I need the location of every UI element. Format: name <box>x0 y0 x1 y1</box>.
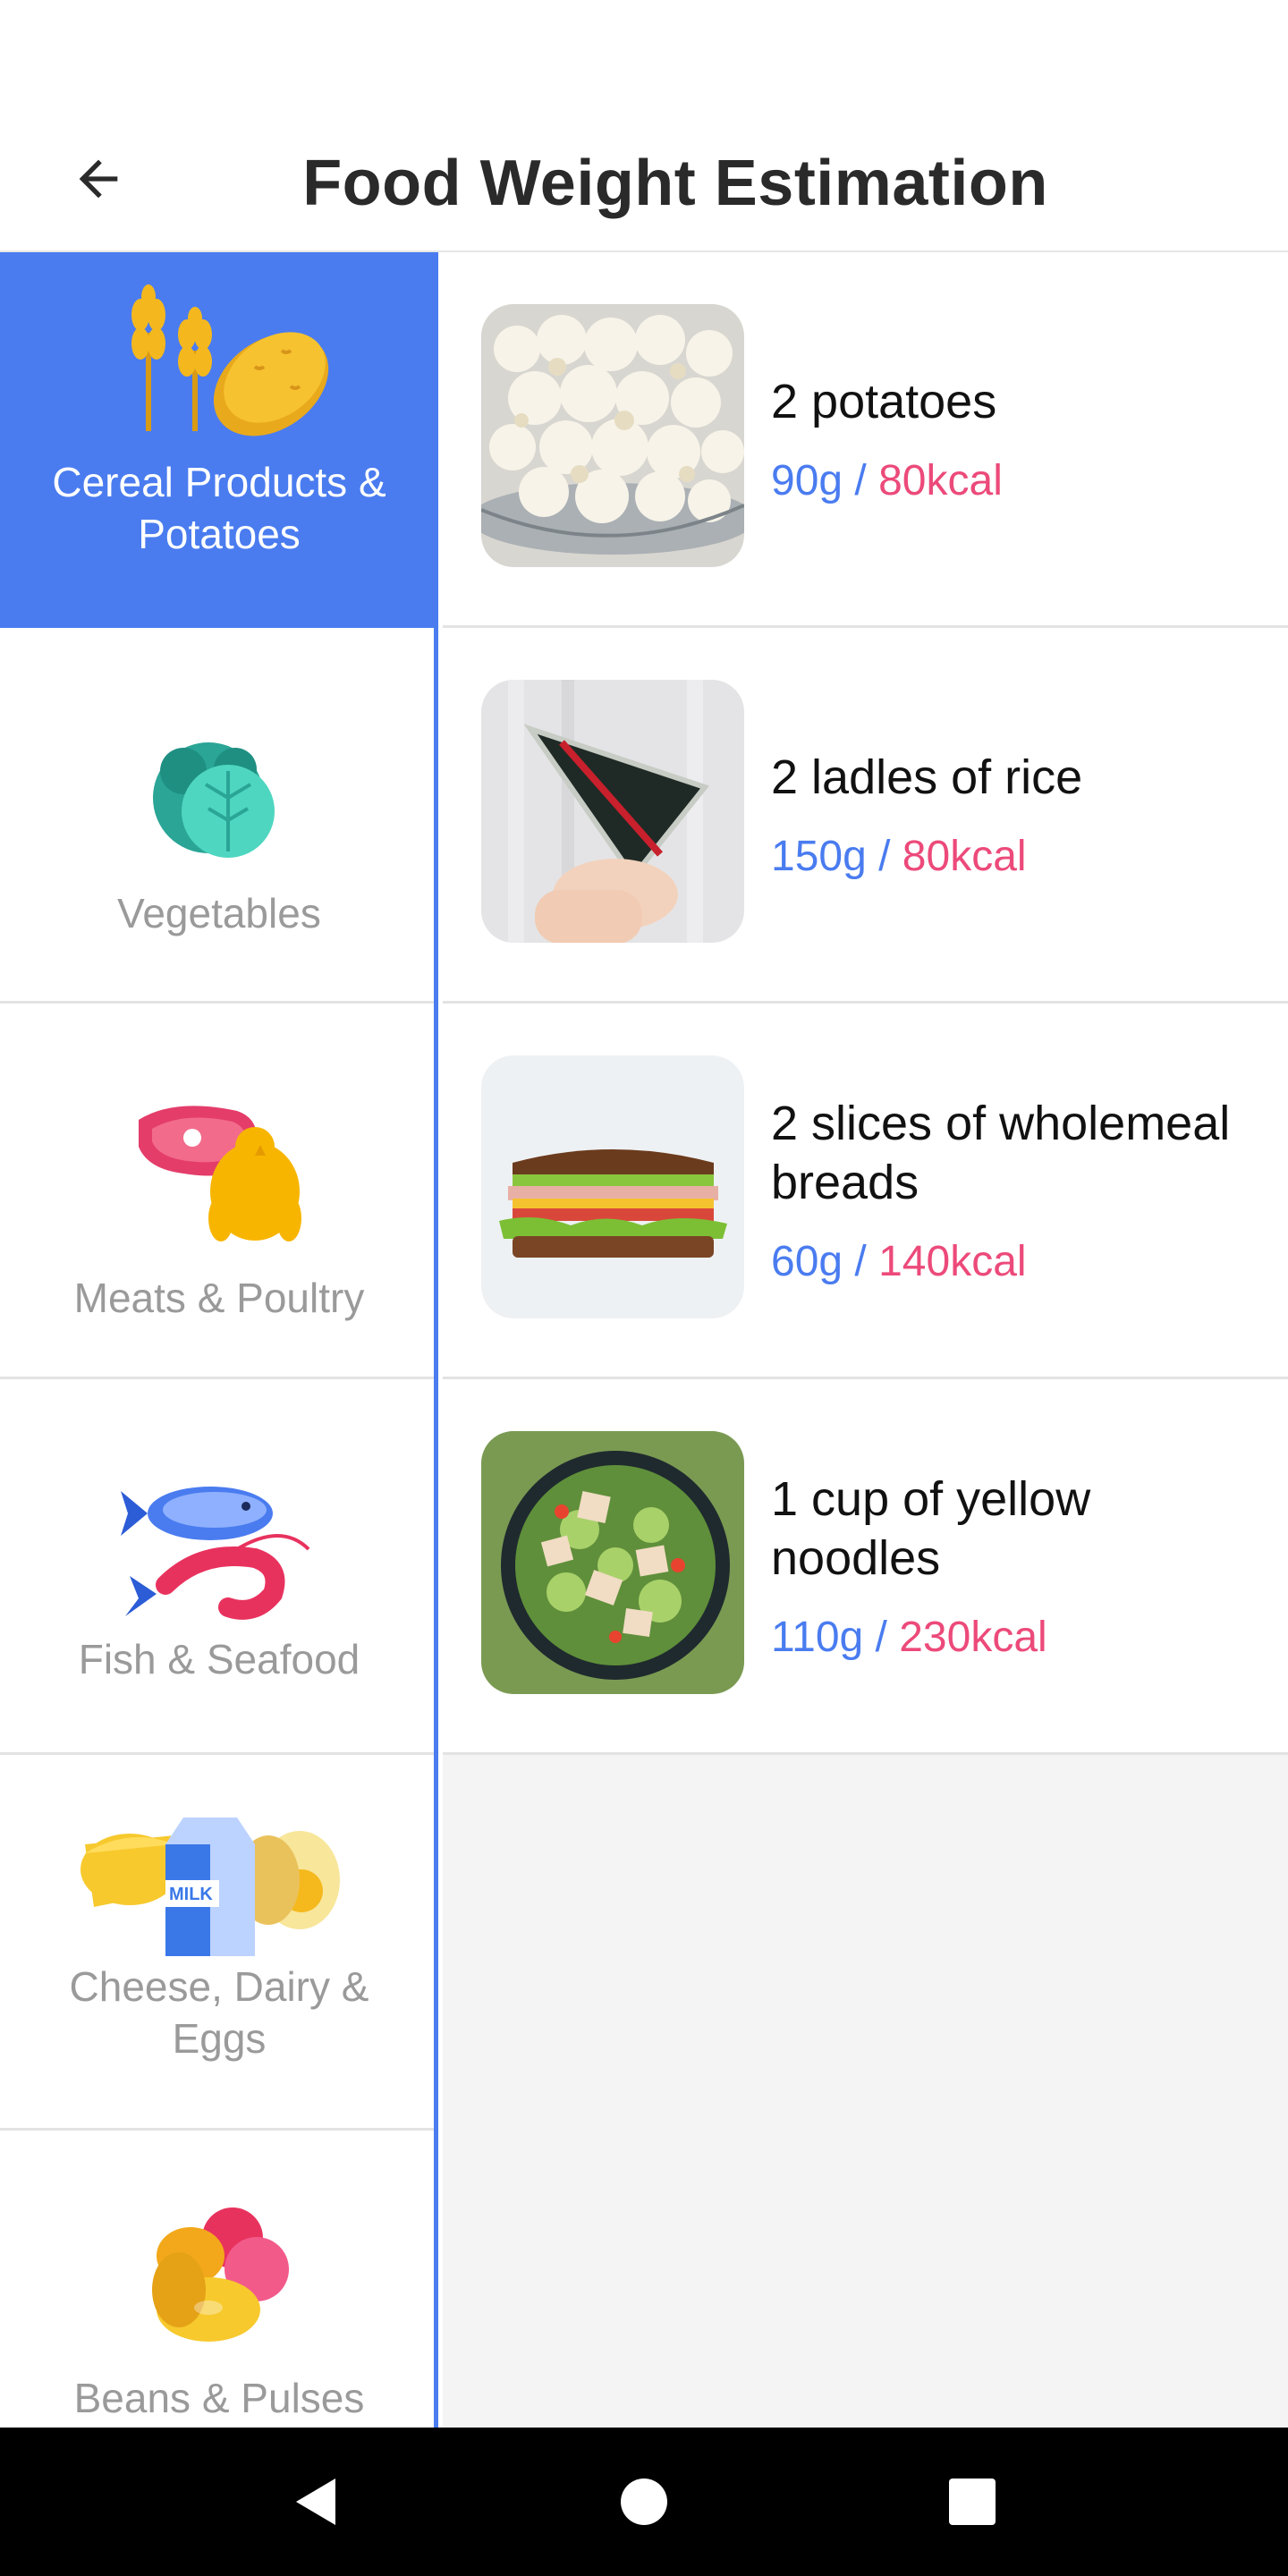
category-sidebar: Cereal Products & Potatoes Vegetables Me… <box>0 252 438 2428</box>
item-name: 2 potatoes <box>771 374 997 428</box>
category-cheese-dairy-eggs[interactable]: MILK Cheese, Dairy & Eggs <box>0 1755 434 2131</box>
cereal-potato-icon <box>131 284 329 436</box>
list-item[interactable]: 2 potatoes 90g / 80kcal <box>443 252 1288 628</box>
item-meta: 150g / 80kcal <box>771 832 1261 882</box>
item-meta: 90g / 80kcal <box>771 456 1261 506</box>
beans-icon <box>152 2207 289 2342</box>
item-calories: 80kcal <box>902 832 1027 880</box>
list-item[interactable]: 2 slices of wholemeal breads 60g / 140kc… <box>443 1004 1288 1379</box>
item-separator: / <box>843 456 879 504</box>
item-separator: / <box>863 1613 900 1661</box>
category-vegetables[interactable]: Vegetables <box>0 628 434 1004</box>
popcorn-bowl-image <box>481 304 744 567</box>
item-name: 2 slices of wholemeal breads <box>771 1096 1231 1209</box>
item-weight: 90g <box>771 456 843 504</box>
nav-back-button[interactable] <box>262 2448 369 2555</box>
item-name: 1 cup of yellow noodles <box>771 1471 1091 1585</box>
category-fish-seafood[interactable]: Fish & Seafood <box>0 1379 434 1755</box>
salad-bowl-image <box>481 1431 744 1694</box>
item-text: 1 cup of yellow noodles 110g / 230kcal <box>771 1379 1261 1752</box>
item-meta: 60g / 140kcal <box>771 1237 1261 1287</box>
back-triangle-icon <box>296 2479 336 2525</box>
item-text: 2 ladles of rice 150g / 80kcal <box>771 628 1261 1001</box>
sandwich-image <box>481 1055 744 1318</box>
category-label: Vegetables <box>117 890 321 936</box>
status-bar <box>0 0 1288 107</box>
category-label: Cheese, Dairy & Eggs <box>69 1963 369 2062</box>
category-meats-poultry[interactable]: Meats & Poultry <box>0 1004 434 1379</box>
item-meta: 110g / 230kcal <box>771 1613 1261 1663</box>
category-label: Fish & Seafood <box>78 1636 360 1682</box>
page-title: Food Weight Estimation <box>302 148 1048 219</box>
fish-shrimp-icon <box>121 1487 310 1620</box>
item-text: 2 potatoes 90g / 80kcal <box>771 252 1261 625</box>
recents-square-icon <box>948 2479 996 2525</box>
item-calories: 230kcal <box>899 1613 1047 1661</box>
nav-home-button[interactable] <box>590 2448 698 2555</box>
system-nav-bar <box>0 2428 1288 2576</box>
item-separator: / <box>866 832 902 880</box>
list-item[interactable]: 2 ladles of rice 150g / 80kcal <box>443 628 1288 1004</box>
cheese-milk-egg-icon: MILK <box>80 1818 340 1956</box>
item-name: 2 ladles of rice <box>771 750 1083 804</box>
onigiri-image <box>481 680 744 943</box>
app-bar: Food Weight Estimation <box>0 107 1288 252</box>
food-item-list: 2 potatoes 90g / 80kcal 2 ladles of rice… <box>443 252 1288 2428</box>
nav-recents-button[interactable] <box>919 2448 1026 2555</box>
cabbage-icon <box>153 742 275 858</box>
milk-carton-text: MILK <box>169 1885 213 1904</box>
category-label: Meats & Poultry <box>73 1275 365 1321</box>
category-label: Cereal Products & Potatoes <box>52 459 386 557</box>
list-item[interactable]: 1 cup of yellow noodles 110g / 230kcal <box>443 1379 1288 1755</box>
item-weight: 60g <box>771 1237 843 1285</box>
category-beans-pulses[interactable]: Beans & Pulses <box>0 2131 434 2428</box>
item-weight: 150g <box>771 832 867 880</box>
category-cereal-products-potatoes[interactable]: Cereal Products & Potatoes <box>0 252 434 628</box>
home-circle-icon <box>620 2479 667 2525</box>
item-separator: / <box>843 1237 879 1285</box>
item-weight: 110g <box>771 1613 864 1661</box>
item-calories: 80kcal <box>878 456 1003 504</box>
category-label: Beans & Pulses <box>73 2375 365 2421</box>
meat-poultry-icon <box>139 1106 301 1241</box>
item-text: 2 slices of wholemeal breads 60g / 140kc… <box>771 1004 1261 1377</box>
item-calories: 140kcal <box>878 1237 1027 1285</box>
